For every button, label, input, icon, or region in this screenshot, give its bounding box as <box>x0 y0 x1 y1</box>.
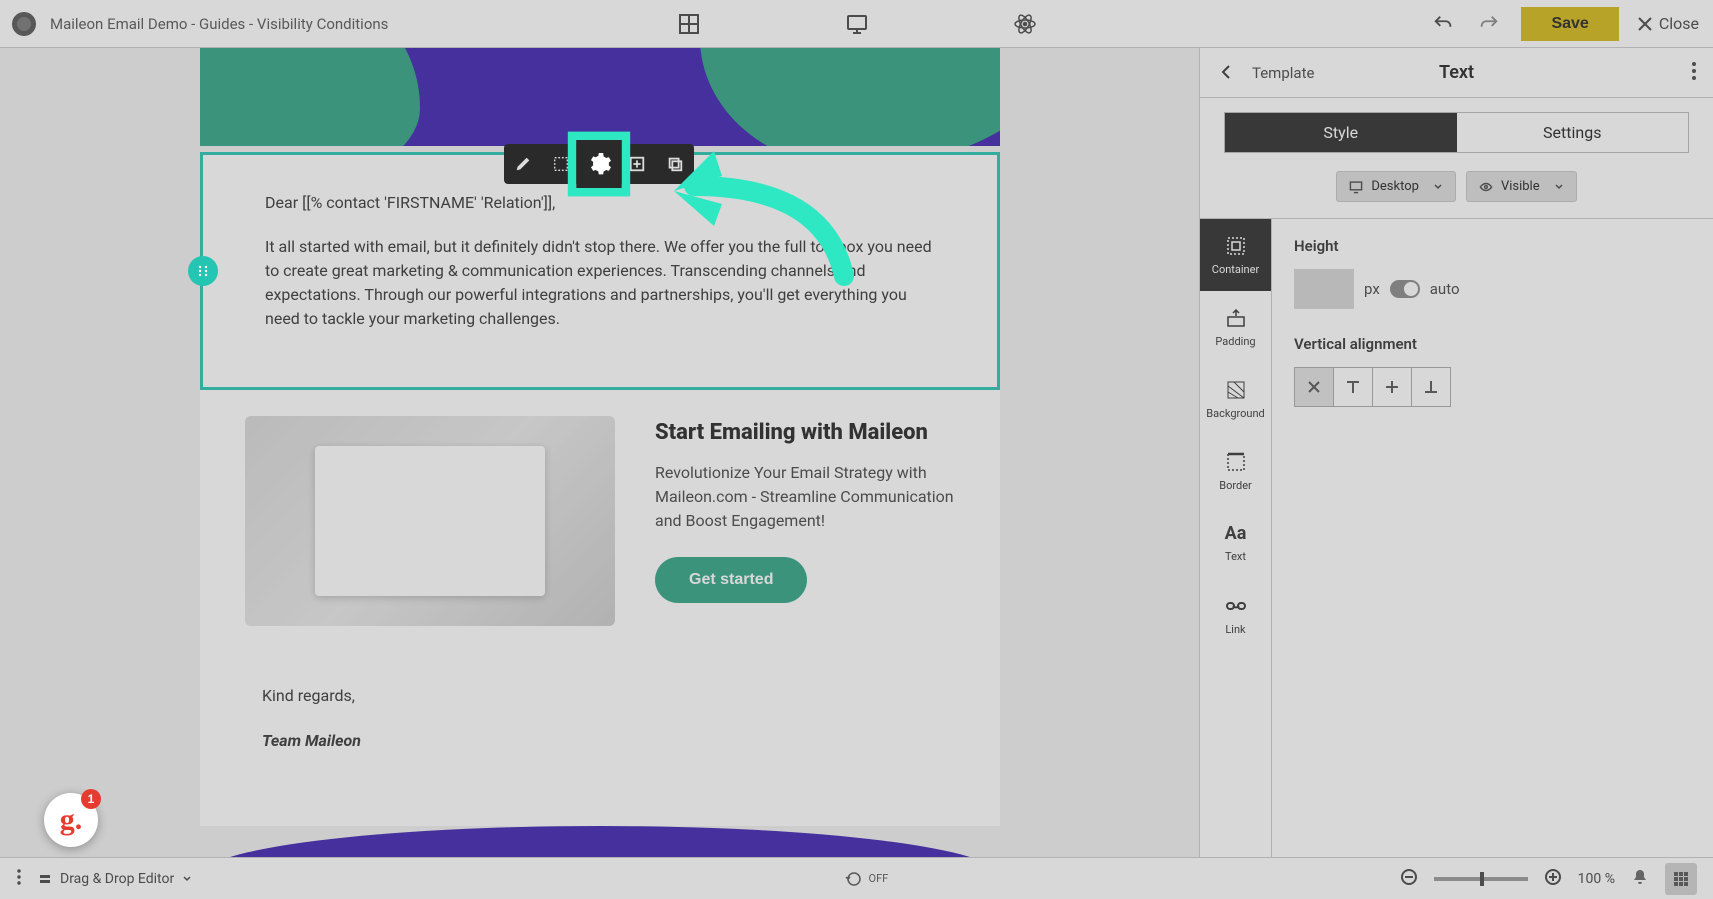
work-area: Dear [[% contact 'FIRSTNAME' 'Relation']… <box>0 48 1713 857</box>
panel-chips: Desktop Visible <box>1200 171 1713 202</box>
toolbar-settings-icon[interactable] <box>576 140 622 188</box>
height-unit: px <box>1364 280 1380 298</box>
valign-middle-button[interactable] <box>1372 367 1412 407</box>
close-button[interactable]: Close <box>1637 14 1699 33</box>
promo-heading: Start Emailing with Maileon <box>655 420 955 445</box>
drag-handle-icon[interactable] <box>188 256 218 286</box>
promo-image <box>245 416 615 626</box>
height-auto-label: auto <box>1430 280 1460 298</box>
undo-icon[interactable] <box>1429 10 1457 38</box>
annotation-arrow <box>624 126 884 306</box>
valign-none-button[interactable] <box>1294 367 1334 407</box>
bottom-right-controls: 100 % <box>1400 863 1697 895</box>
height-controls: px auto <box>1294 269 1691 309</box>
promo-section: Start Emailing with Maileon Revolutioniz… <box>200 390 1000 652</box>
vtab-background[interactable]: Background <box>1200 363 1271 435</box>
promo-paragraph: Revolutionize Your Email Strategy with M… <box>655 461 955 533</box>
desktop-preview-icon[interactable] <box>843 10 871 38</box>
save-button[interactable]: Save <box>1521 7 1618 41</box>
breadcrumb: Maileon Email Demo - Guides - Visibility… <box>50 15 388 33</box>
atom-icon[interactable] <box>1011 10 1039 38</box>
bell-icon[interactable] <box>1631 868 1649 890</box>
valign-controls <box>1294 367 1691 407</box>
assistant-badge-count: 1 <box>81 789 101 809</box>
close-icon <box>1637 16 1653 32</box>
container-icon <box>1225 235 1247 257</box>
assistant-badge[interactable]: g. 1 <box>44 793 98 847</box>
refresh-icon <box>845 870 863 888</box>
padding-icon <box>1225 307 1247 329</box>
top-center-tools <box>675 10 1039 38</box>
right-panel: Template Text Style Settings Desktop Vis… <box>1199 48 1713 857</box>
footer-band <box>200 826 1000 857</box>
height-auto-toggle[interactable] <box>1390 280 1420 298</box>
signature: Team Maileon <box>262 731 938 750</box>
editor-mode-dropdown[interactable]: Drag & Drop Editor <box>38 871 192 887</box>
panel-body: Container Padding Background Border Aa T… <box>1200 218 1713 857</box>
redo-icon[interactable] <box>1475 10 1503 38</box>
top-bar: Maileon Email Demo - Guides - Visibility… <box>0 0 1713 48</box>
apps-grid-icon[interactable] <box>1665 863 1697 895</box>
valign-label: Vertical alignment <box>1294 335 1691 353</box>
chevron-down-icon <box>1554 182 1564 192</box>
vtab-link[interactable]: Link <box>1200 579 1271 651</box>
valign-bottom-button[interactable] <box>1411 367 1451 407</box>
visibility-chip-label: Visible <box>1501 179 1540 194</box>
back-arrow-icon[interactable] <box>1216 62 1238 84</box>
zoom-in-icon[interactable] <box>1544 868 1562 890</box>
zoom-slider[interactable] <box>1434 877 1528 881</box>
device-chip[interactable]: Desktop <box>1336 171 1456 202</box>
stack-icon <box>38 872 52 886</box>
panel-back-label[interactable]: Template <box>1252 64 1314 82</box>
properties-area: Height px auto Vertical alignment <box>1272 219 1713 857</box>
canvas-wrap: Dear [[% contact 'FIRSTNAME' 'Relation']… <box>0 48 1199 857</box>
vtab-text-label: Text <box>1225 550 1246 563</box>
vtab-link-label: Link <box>1225 623 1245 636</box>
panel-tabbar: Style Settings <box>1224 112 1689 153</box>
tab-style[interactable]: Style <box>1225 113 1457 152</box>
bottom-bar: Drag & Drop Editor OFF 100 % <box>0 857 1713 899</box>
vtab-padding-label: Padding <box>1215 335 1255 348</box>
vertical-tabs: Container Padding Background Border Aa T… <box>1200 219 1272 857</box>
zoom-label: 100 % <box>1578 871 1615 887</box>
vtab-border-label: Border <box>1219 479 1252 492</box>
link-icon <box>1225 595 1247 617</box>
toolbar-edit-icon[interactable] <box>504 144 542 184</box>
editor-mode-label: Drag & Drop Editor <box>60 871 174 887</box>
preview-toggle[interactable]: OFF <box>845 870 889 888</box>
vtab-background-label: Background <box>1206 407 1264 420</box>
height-input[interactable] <box>1294 269 1354 309</box>
app-logo <box>12 12 36 36</box>
closing-section: Kind regards, Team Maileon <box>200 652 1000 826</box>
eye-icon <box>1479 180 1493 194</box>
valign-top-button[interactable] <box>1333 367 1373 407</box>
background-icon <box>1225 379 1247 401</box>
chevron-down-icon <box>1433 182 1443 192</box>
vtab-text[interactable]: Aa Text <box>1200 507 1271 579</box>
tab-settings[interactable]: Settings <box>1457 113 1689 152</box>
kind-regards: Kind regards, <box>262 686 938 705</box>
close-label: Close <box>1659 14 1699 33</box>
border-icon <box>1225 451 1247 473</box>
panel-header: Template Text <box>1200 48 1713 98</box>
cta-button[interactable]: Get started <box>655 557 807 603</box>
device-chip-label: Desktop <box>1371 179 1419 194</box>
visibility-chip[interactable]: Visible <box>1466 171 1577 202</box>
bottom-more-icon[interactable] <box>16 868 22 890</box>
layout-icon[interactable] <box>675 10 703 38</box>
panel-title: Text <box>1439 62 1474 83</box>
preview-toggle-state: OFF <box>869 872 889 885</box>
vtab-container[interactable]: Container <box>1200 219 1271 291</box>
zoom-out-icon[interactable] <box>1400 868 1418 890</box>
panel-more-icon[interactable] <box>1691 61 1697 85</box>
vtab-container-label: Container <box>1212 263 1259 276</box>
vtab-border[interactable]: Border <box>1200 435 1271 507</box>
text-icon: Aa <box>1225 523 1247 544</box>
toolbar-select-icon[interactable] <box>542 144 580 184</box>
desktop-icon <box>1349 180 1363 194</box>
height-label: Height <box>1294 237 1691 255</box>
top-right-controls: Save Close <box>1429 7 1699 41</box>
chevron-down-icon <box>182 874 192 884</box>
vtab-padding[interactable]: Padding <box>1200 291 1271 363</box>
